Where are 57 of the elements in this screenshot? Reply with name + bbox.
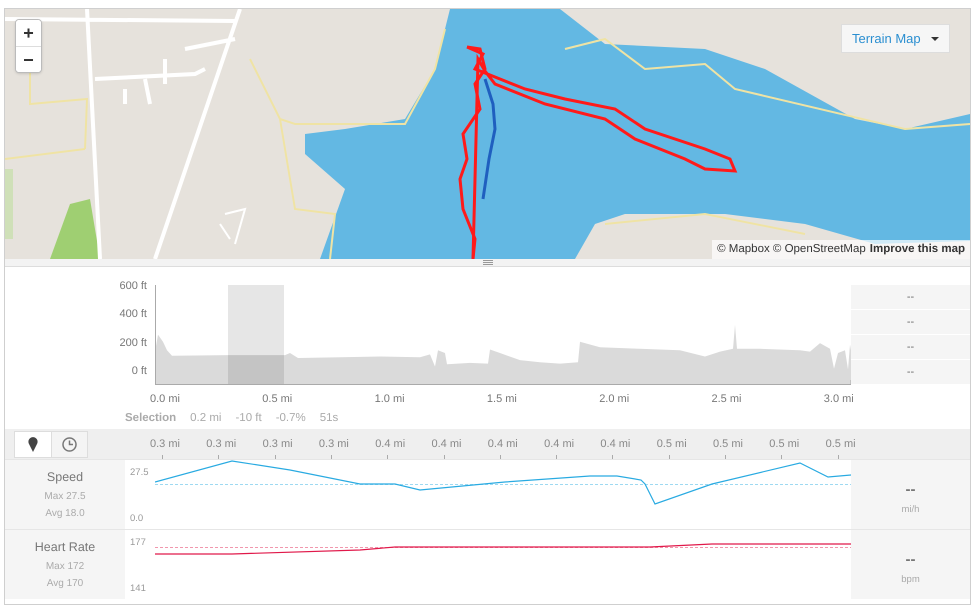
axis-label: 2.5 mi [712, 392, 742, 407]
axis-label: 0.5 mi [826, 437, 856, 452]
metric-value: -- [906, 552, 916, 567]
time-mode-button[interactable] [51, 432, 87, 457]
scale-label: 177 [130, 536, 146, 550]
selection-stat: -0.7% [276, 411, 306, 426]
selection-stat: 51s [320, 411, 338, 426]
summary-cell: -- [851, 285, 970, 310]
map-pin-icon [28, 437, 38, 452]
axis-label: 0.5 mi [769, 437, 800, 452]
metric-avg: Avg 18.0 [45, 506, 85, 521]
axis-label: 0.3 mi [262, 437, 293, 452]
metric-title: Heart Rate [34, 539, 96, 556]
metric-unit: bpm [901, 572, 920, 587]
scale-label: 27.5 [130, 466, 148, 480]
axis-label: 0.5 mi [713, 437, 743, 452]
caret-icon [930, 36, 939, 40]
clock-icon [62, 437, 77, 452]
summary-cell: -- [851, 360, 970, 385]
axis-label: 0.4 mi [600, 437, 630, 452]
axis-label: 1.0 mi [374, 392, 405, 407]
axis-label: 0 ft [130, 364, 147, 379]
axis-label: 3.0 mi [824, 392, 854, 407]
distance-mode-button[interactable] [15, 432, 51, 457]
axis-label: 0.4 mi [544, 437, 574, 452]
metric-value: -- [906, 482, 916, 497]
selection-stat: 0.2 mi [190, 411, 222, 426]
axis-label: 0.5 mi [262, 392, 292, 407]
scale-label: 141 [130, 582, 146, 596]
zoom-in-button[interactable]: + [16, 20, 41, 46]
axis-label: 600 ft [118, 279, 147, 294]
improve-map-link[interactable]: Improve this map [870, 240, 965, 258]
axis-label: 1.5 mi [486, 392, 517, 407]
zoom-out-button[interactable]: − [16, 46, 41, 72]
axis-label: 400 ft [118, 307, 147, 322]
axis-label: 0.0 mi [150, 392, 180, 407]
metric-unit: mi/h [902, 502, 920, 517]
axis-label: 200 ft [118, 336, 147, 351]
axis-label: 0.4 mi [488, 437, 518, 452]
summary-cell: -- [851, 335, 970, 360]
axis-label: 2.0 mi [599, 392, 630, 407]
axis-label: 0.3 mi [150, 437, 180, 452]
metric-max: Max 172 [46, 560, 84, 574]
metric-max: Max 27.5 [44, 490, 86, 504]
axis-label: 0.4 mi [375, 437, 406, 452]
axis-label: 0.4 mi [432, 437, 462, 452]
metric-avg: Avg 170 [46, 576, 84, 591]
grip-icon[interactable] [482, 260, 492, 265]
axis-label: 0.3 mi [318, 437, 349, 452]
attribution-text: © Mapbox © OpenStreetMap [717, 242, 866, 257]
metric-title: Speed [46, 469, 84, 486]
summary-cell: -- [851, 310, 970, 335]
selection-stat: -10 ft [235, 411, 262, 426]
scale-label: 0.0 [130, 512, 144, 526]
axis-label: 0.5 mi [656, 437, 687, 452]
selection-label: Selection [125, 411, 176, 426]
axis-label: 0.3 mi [206, 437, 236, 452]
